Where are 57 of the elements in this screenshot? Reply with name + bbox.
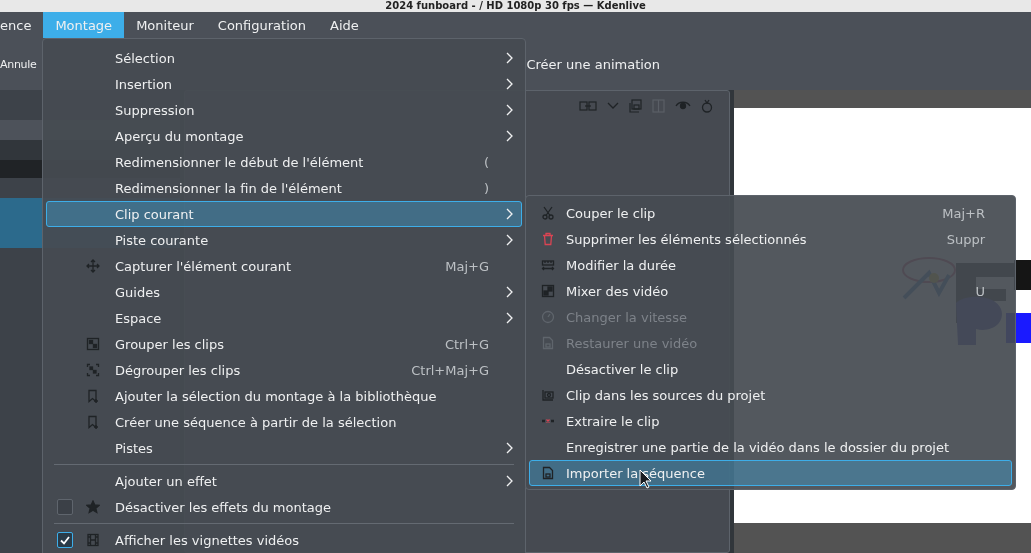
menu-item[interactable]: Modifier la durée (529, 252, 1012, 278)
menu-item[interactable]: Clip courant (46, 201, 522, 227)
menu-title[interactable]: Configuration (205, 12, 318, 38)
menu-item[interactable]: Ajouter la sélection du montage à la bibliothèque (46, 383, 522, 409)
menu-item[interactable]: Dégrouper les clips Ctrl+Maj+G (46, 357, 522, 383)
bookmark-icon (86, 389, 100, 403)
menu-item[interactable]: Guides (46, 279, 522, 305)
menu-item[interactable]: Couper le clip Maj+R (529, 200, 1012, 226)
menu-item[interactable]: Aperçu du montage (46, 123, 522, 149)
menu-item[interactable]: Redimensionner le début de l'élément ( (46, 149, 522, 175)
menu-item[interactable]: Ajouter un effet (46, 468, 522, 494)
menu-item[interactable]: Capturer l'élément courant Maj+G (46, 253, 522, 279)
checkbox[interactable] (57, 532, 73, 548)
menu-item[interactable]: Piste courante (46, 227, 522, 253)
eye-icon[interactable] (675, 100, 691, 112)
camera-icon (541, 388, 555, 402)
menu-title[interactable]: Aide (318, 12, 371, 38)
menu-item[interactable]: Grouper les clips Ctrl+G (46, 331, 522, 357)
trash-icon (541, 232, 555, 246)
menu-item[interactable]: Pistes (46, 435, 522, 461)
save-icon[interactable] (629, 99, 642, 113)
file-icon (541, 336, 555, 350)
menu-item[interactable]: Désactiver les effets du montage (46, 494, 522, 520)
menu-item[interactable]: Désactiver le clip (529, 356, 1012, 382)
menu-item[interactable]: Mixer des vidéo U (529, 278, 1012, 304)
link-icon[interactable] (579, 100, 597, 112)
menu-item[interactable]: Extraire le clip (529, 408, 1012, 434)
menu-item[interactable]: Enregistrer une partie de la vidéo dans le dossier du projet (529, 434, 1012, 460)
group-icon (86, 337, 100, 351)
menu-title[interactable]: Moniteur (124, 12, 206, 38)
film-icon (86, 533, 100, 547)
menu-item[interactable]: Sélection (46, 45, 522, 71)
menu-item[interactable]: Supprimer les éléments sélectionnés Suppr (529, 226, 1012, 252)
move-icon (86, 259, 100, 273)
window-title: 2024 funboard - / HD 1080p 30 fps — Kdenlive (385, 0, 646, 12)
checkbox[interactable] (57, 499, 73, 515)
gauge-icon (541, 310, 555, 324)
menu-item[interactable]: Suppression (46, 97, 522, 123)
menu-item[interactable]: Créer une séquence à partir de la sélection (46, 409, 522, 435)
ruler-icon (541, 258, 555, 272)
scissors-icon (541, 206, 555, 220)
mix-icon (541, 284, 555, 298)
file-icon (541, 466, 555, 480)
bookmark-icon (86, 415, 100, 429)
menu-item[interactable]: Redimensionner la fin de l'élément ) (46, 175, 522, 201)
menu-item[interactable]: Afficher les vignettes vidéos (46, 527, 522, 553)
chevron-down-icon[interactable] (607, 102, 619, 110)
menu-item[interactable]: Importer la séquence (529, 460, 1012, 486)
menu-item[interactable]: Insertion (46, 71, 522, 97)
star-icon (86, 500, 100, 514)
menu-item[interactable]: Clip dans les sources du projet (529, 382, 1012, 408)
menu-title[interactable]: ence (0, 12, 44, 38)
ungroup-icon (86, 363, 100, 377)
toolbar-button[interactable]: Créer une animation (526, 56, 661, 72)
menu-item[interactable]: Espace (46, 305, 522, 331)
toolbar-button[interactable]: Annule (0, 57, 37, 71)
timer-icon[interactable] (701, 99, 713, 113)
